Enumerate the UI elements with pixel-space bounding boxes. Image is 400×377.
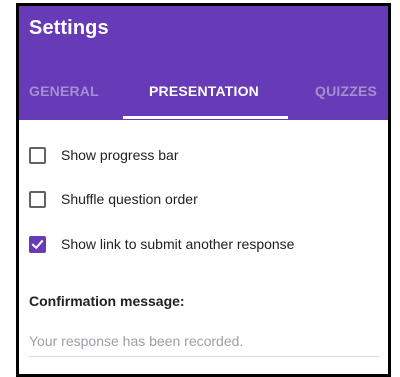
- option-shuffle-question-order[interactable]: Shuffle question order: [29, 187, 198, 211]
- check-icon: [31, 239, 44, 249]
- tab-presentation[interactable]: PRESENTATION: [149, 83, 259, 99]
- settings-header: Settings GENERAL PRESENTATION QUIZZES: [19, 6, 388, 120]
- confirmation-message-label: Confirmation message:: [29, 293, 185, 309]
- page-title: Settings: [29, 17, 109, 39]
- active-tab-indicator: [123, 116, 288, 119]
- settings-dialog: Settings GENERAL PRESENTATION QUIZZES Sh…: [16, 3, 391, 377]
- checkbox-shuffle-question-order[interactable]: [29, 190, 46, 208]
- tab-quizzes[interactable]: QUIZZES: [315, 83, 377, 99]
- confirmation-message-input[interactable]: [29, 325, 379, 357]
- option-label-show-progress-bar: Show progress bar: [61, 147, 179, 163]
- option-show-progress-bar[interactable]: Show progress bar: [29, 143, 179, 167]
- checkbox-show-submit-another-link[interactable]: [29, 235, 46, 253]
- tab-general[interactable]: GENERAL: [29, 83, 99, 99]
- option-show-submit-another-link[interactable]: Show link to submit another response: [29, 232, 294, 256]
- option-label-show-submit-another-link: Show link to submit another response: [61, 236, 295, 252]
- checkbox-show-progress-bar[interactable]: [29, 146, 46, 164]
- option-label-shuffle-question-order: Shuffle question order: [61, 191, 198, 207]
